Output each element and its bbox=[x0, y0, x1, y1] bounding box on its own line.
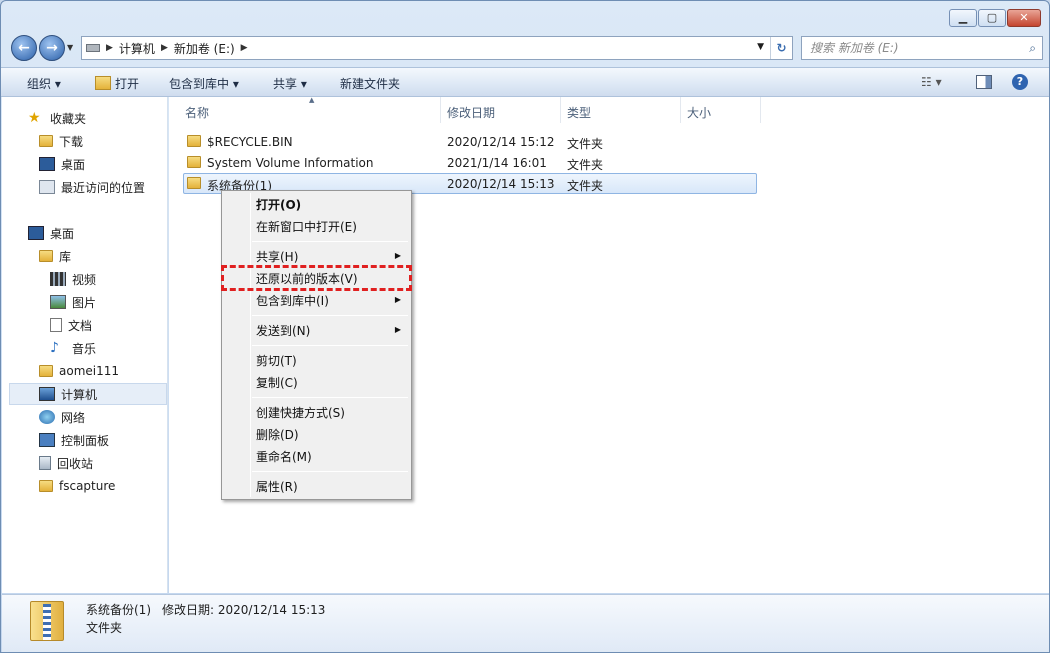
recycle-bin-icon bbox=[39, 456, 51, 470]
menu-separator bbox=[252, 397, 408, 398]
menu-separator bbox=[252, 315, 408, 316]
column-header-name[interactable]: 名称 bbox=[179, 97, 441, 123]
highlight-box bbox=[221, 265, 412, 291]
user-folder-icon bbox=[39, 365, 53, 377]
video-icon bbox=[50, 272, 66, 286]
library-icon bbox=[39, 250, 53, 262]
breadcrumb-arrow-icon[interactable]: ▶ bbox=[241, 43, 248, 53]
help-icon[interactable]: ? bbox=[1012, 74, 1028, 90]
maximize-button[interactable]: ▢ bbox=[978, 9, 1006, 27]
menu-item-properties[interactable]: 属性(R) bbox=[256, 478, 298, 495]
music-icon: ♪ bbox=[50, 340, 59, 356]
menu-separator bbox=[252, 241, 408, 242]
recent-places-icon bbox=[39, 180, 55, 194]
column-header-type[interactable]: 类型 bbox=[561, 97, 681, 123]
menu-separator bbox=[252, 471, 408, 472]
breadcrumb-arrow-icon[interactable]: ▶ bbox=[106, 43, 113, 53]
file-row[interactable]: $RECYCLE.BIN 2020/12/14 15:12 文件夹 bbox=[183, 131, 757, 152]
minimize-button[interactable]: ▁ bbox=[949, 9, 977, 27]
recent-pages-dropdown[interactable]: ▼ bbox=[67, 43, 73, 52]
navigation-bar: ← → ▼ ▶ 计算机 ▶ 新加卷 (E:) ▶ ▼ ↻ 搜索 新加卷 (E:)… bbox=[1, 33, 1049, 63]
folder-icon bbox=[187, 135, 201, 147]
star-icon: ★ bbox=[28, 110, 41, 126]
menu-item-copy[interactable]: 复制(C) bbox=[256, 374, 298, 391]
menu-separator bbox=[252, 345, 408, 346]
details-pane: 系统备份(1) 修改日期: 2020/12/14 15:13 文件夹 bbox=[2, 594, 1049, 652]
menu-item-send-to[interactable]: 发送到(N) bbox=[256, 322, 310, 339]
command-bar: 组织 ▾ 打开 包含到库中 ▾ 共享 ▾ 新建文件夹 ☷ ▾ ? bbox=[1, 67, 1049, 97]
new-folder-button[interactable]: 新建文件夹 bbox=[340, 75, 400, 92]
folder-icon bbox=[187, 177, 201, 189]
menu-item-create-shortcut[interactable]: 创建快捷方式(S) bbox=[256, 404, 345, 421]
back-button[interactable]: ← bbox=[11, 35, 37, 61]
computer-icon bbox=[39, 387, 55, 401]
downloads-folder-icon bbox=[39, 135, 53, 147]
search-icon[interactable]: ⌕ bbox=[1029, 37, 1036, 59]
drive-icon bbox=[86, 44, 100, 52]
submenu-arrow-icon: ▶ bbox=[394, 251, 401, 260]
include-library-button[interactable]: 包含到库中 ▾ bbox=[169, 75, 239, 92]
control-panel-icon bbox=[39, 433, 55, 447]
menu-item-delete[interactable]: 删除(D) bbox=[256, 426, 299, 443]
picture-icon bbox=[50, 295, 66, 309]
address-bar[interactable]: ▶ 计算机 ▶ 新加卷 (E:) ▶ ▼ ↻ bbox=[81, 36, 793, 60]
search-input[interactable]: 搜索 新加卷 (E:) ⌕ bbox=[801, 36, 1043, 60]
details-name: 系统备份(1) bbox=[86, 603, 151, 617]
folder-icon bbox=[187, 156, 201, 168]
navigation-pane: ★ 收藏夹 下载 桌面 最近访问的位置 桌面 库 视频 图片 文档 ♪ 音乐 aom… bbox=[2, 97, 168, 593]
sidebar-item-favorites[interactable]: ★ 收藏夹 bbox=[28, 107, 192, 129]
document-icon bbox=[50, 318, 62, 332]
desktop-icon bbox=[28, 226, 44, 240]
details-type: 文件夹 bbox=[86, 621, 123, 635]
search-placeholder: 搜索 新加卷 (E:) bbox=[810, 41, 899, 55]
network-icon bbox=[39, 410, 55, 424]
column-header-date[interactable]: 修改日期 bbox=[441, 97, 561, 123]
details-modified: 修改日期: 2020/12/14 15:13 bbox=[162, 603, 326, 617]
organize-button[interactable]: 组织 ▾ bbox=[27, 75, 61, 92]
breadcrumb-computer[interactable]: 计算机 bbox=[119, 40, 155, 57]
submenu-arrow-icon: ▶ bbox=[394, 325, 401, 334]
file-row[interactable]: System Volume Information 2021/1/14 16:0… bbox=[183, 152, 757, 173]
preview-pane-icon[interactable] bbox=[976, 75, 992, 89]
context-menu: 打开(O) 在新窗口中打开(E) 共享(H) ▶ 还原以前的版本(V) 包含到库… bbox=[221, 190, 412, 500]
zipped-folder-icon bbox=[30, 601, 64, 641]
open-folder-icon bbox=[95, 76, 111, 90]
address-dropdown-icon[interactable]: ▼ bbox=[757, 42, 764, 52]
menu-item-rename[interactable]: 重命名(M) bbox=[256, 448, 312, 465]
share-button[interactable]: 共享 ▾ bbox=[273, 75, 307, 92]
sidebar-item-computer[interactable]: 计算机 bbox=[9, 383, 167, 405]
submenu-arrow-icon: ▶ bbox=[394, 295, 401, 304]
folder-icon bbox=[39, 480, 53, 492]
menu-gutter bbox=[250, 193, 251, 497]
forward-button[interactable]: → bbox=[39, 35, 65, 61]
breadcrumb-arrow-icon[interactable]: ▶ bbox=[161, 43, 168, 53]
close-button[interactable]: ✕ bbox=[1007, 9, 1041, 27]
sidebar-item-desktop[interactable]: 桌面 bbox=[28, 222, 192, 244]
breadcrumb-drive[interactable]: 新加卷 (E:) bbox=[174, 40, 235, 57]
view-options-icon[interactable]: ☷ ▾ bbox=[921, 75, 942, 89]
menu-item-cut[interactable]: 剪切(T) bbox=[256, 352, 297, 369]
column-header-size[interactable]: 大小 bbox=[681, 97, 761, 123]
menu-item-share[interactable]: 共享(H) bbox=[256, 248, 298, 265]
explorer-window: ▁ ▢ ✕ ← → ▼ ▶ 计算机 ▶ 新加卷 (E:) ▶ ▼ ↻ 搜索 新加… bbox=[0, 0, 1050, 653]
refresh-icon[interactable]: ↻ bbox=[770, 37, 792, 59]
desktop-icon bbox=[39, 157, 55, 171]
open-button[interactable]: 打开 bbox=[115, 75, 139, 92]
menu-item-open-new-window[interactable]: 在新窗口中打开(E) bbox=[256, 218, 357, 235]
menu-item-open[interactable]: 打开(O) bbox=[256, 196, 301, 213]
menu-item-include-library[interactable]: 包含到库中(I) bbox=[256, 292, 329, 309]
caption-buttons: ▁ ▢ ✕ bbox=[949, 9, 1041, 27]
